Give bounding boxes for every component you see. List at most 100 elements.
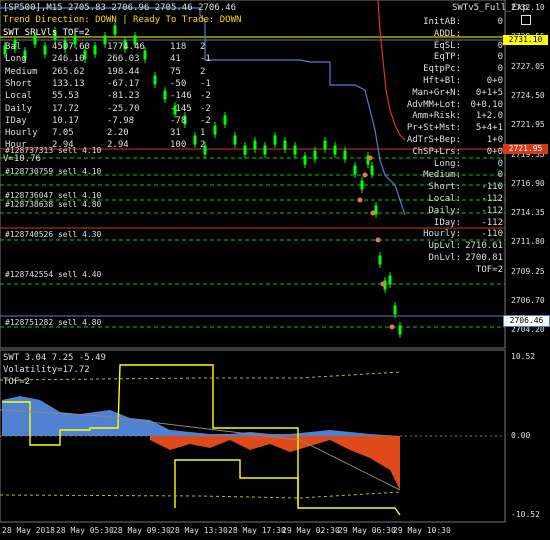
stats-cell: 7.05 [52, 128, 74, 139]
ea-panel-row: ADDL: [403, 29, 503, 40]
stats-cell: 31 [170, 128, 181, 139]
stats-cell: -78 [170, 115, 187, 126]
time-tick: 28 May 05:30 [56, 526, 114, 535]
ea-panel-value: -112 [481, 205, 503, 216]
ea-panel-label: Daily: [428, 205, 461, 216]
ea-panel-row: UpLvl: 2710.61 [403, 241, 503, 252]
price-tick: 2706.70 [511, 296, 545, 305]
stats-cell: 2.94 [107, 140, 129, 151]
ea-panel-label: Hourly: [423, 229, 461, 240]
ea-panel-label: AdTrS+Bep: [406, 135, 461, 145]
time-tick: 29 May 10:30 [393, 526, 451, 535]
order-label[interactable]: #128751282 sell 4.80 [5, 318, 101, 327]
ea-panel-label: ChSP+Lrs: [412, 146, 461, 157]
order-label[interactable]: #128737313 sell 4.10 [5, 146, 101, 155]
stats-cell: 246.10 [52, 54, 85, 65]
ea-panel-value: TOF=2 [475, 264, 503, 275]
ea-panel-value: 2710.61 [465, 241, 503, 252]
stats-cell: -2 [200, 115, 211, 126]
ea-panel-value: 1+2.0 [475, 111, 503, 122]
ea-panel-value: -112 [481, 194, 503, 204]
ea-panel-row: TOF=2 [403, 265, 503, 276]
stats-cell: 75 [170, 66, 181, 77]
ea-panel-row: Medium: 0 [403, 170, 503, 181]
stats-cell: -1 [200, 78, 211, 89]
price-tick: 2709.25 [511, 266, 545, 276]
ea-panel-row: Short: -110 [403, 182, 503, 193]
price-tick: 2732.10 [511, 3, 545, 12]
price-tick: 2727.05 [511, 61, 545, 71]
price-tick: 2724.50 [511, 90, 545, 100]
ea-panel-value: -110 [481, 229, 503, 240]
order-label[interactable]: #128730759 sell 4.10 [5, 167, 101, 176]
price-tag-red: 2721.95 [503, 144, 548, 154]
ea-panel-row: AdvMM+Lot: 0+0.10 [403, 100, 503, 111]
ea-panel-value: 5+4+1 [475, 123, 503, 134]
stats-cell: 133.13 [52, 78, 85, 89]
stats-row-label: Daily [5, 103, 33, 114]
ea-panel-value: 0 [497, 170, 503, 181]
ea-panel-label: UpLvl: [428, 241, 461, 252]
stats-cell: 2 [200, 42, 206, 52]
stats-cell: 118 [170, 42, 187, 52]
stats-cell: 17.72 [52, 103, 80, 114]
ea-panel-row: EqSL: 0 [403, 41, 503, 52]
stats-cell: 2 [200, 140, 206, 151]
indicator-axis-top: 10.52 [511, 352, 536, 361]
stats-cell: 41 [170, 54, 181, 65]
order-label[interactable]: #128736047 sell 4.10 [5, 191, 101, 200]
ea-panel-row: Pr+St+Mst: 5+4+1 [403, 123, 503, 134]
ea-panel-label: Long: [433, 158, 461, 169]
stats-cell: 198.44 [107, 66, 140, 77]
ea-panel-label: EqtpPc: [423, 64, 461, 75]
ea-panel-row: Long: 0 [403, 159, 503, 170]
indicator-axis-bottom: -10.52 [511, 510, 540, 519]
price-tick: 2711.80 [511, 237, 545, 247]
ea-panel-label: Local: [428, 194, 461, 204]
ea-panel-row: AdTrS+Bep: 1+0 [403, 135, 503, 146]
stats-row-label: Hourly [5, 128, 38, 139]
v-label: V=10.76 [3, 154, 41, 164]
stats-cell: -2 [200, 103, 211, 114]
checkbox-icon[interactable] [521, 15, 531, 25]
stats-cell: 4507.60 [52, 42, 90, 52]
indicator-title: SWT 3.04 7.25 -5.49 [3, 353, 106, 363]
stats-cell: 55.53 [52, 91, 80, 102]
ea-panel-value: 2700.81 [465, 253, 503, 263]
stats-cell: -145 [170, 103, 192, 114]
stats-cell: -146 [170, 91, 192, 102]
ea-panel-row: Daily: -112 [403, 206, 503, 217]
stats-cell: -67.17 [107, 78, 140, 89]
ea-panel-value: 0+0 [486, 146, 503, 157]
stats-row-label: IDay [5, 115, 27, 126]
stats-row-label: Medium [5, 66, 38, 77]
order-label[interactable]: #128738638 sell 4.80 [5, 200, 101, 209]
time-tick: 28 May 09:30 [113, 526, 171, 535]
ea-panel-label: Amm+Risk: [412, 111, 461, 122]
stats-cell: -25.70 [107, 103, 140, 114]
order-label[interactable]: #128742554 sell 4.40 [5, 270, 101, 279]
ea-panel-label: DnLvl: [428, 253, 461, 263]
ea-panel-label: Hft+Bl: [423, 76, 461, 86]
stats-cell: -81.23 [107, 91, 140, 102]
ea-panel-value: 0 [497, 52, 503, 63]
ea-panel-label: Short: [428, 182, 461, 193]
time-tick: 28 May 2018 [2, 526, 55, 535]
ea-panel-label: Pr+St+Mst: [406, 123, 461, 134]
ea-panel-row: ChSP+Lrs: 0+0 [403, 147, 503, 158]
trend-direction: Trend Direction: DOWN | Ready To Trade: … [3, 15, 242, 25]
stats-cell: -50 [170, 78, 187, 89]
ea-panel-row: EqtpPc: 0 [403, 64, 503, 75]
ea-panel-label: EqSL: [433, 40, 461, 51]
tof-label: TOF=2 [3, 377, 31, 387]
stats-cell: 10.17 [52, 115, 80, 126]
ea-panel-value: 0+1+5 [475, 87, 503, 98]
order-label[interactable]: #128740526 sell 4.30 [5, 230, 101, 239]
price-tick: 2714.35 [511, 208, 545, 218]
ea-panel-label: InitAB: [423, 17, 461, 27]
stats-cell: -7.98 [107, 115, 135, 126]
indicator-axis-mid: 0.00 [511, 431, 531, 440]
stats-cell: 2.20 [107, 128, 129, 139]
price-tag-current: 2706.46 [503, 315, 550, 327]
ea-panel-row: Hourly: -110 [403, 229, 503, 240]
